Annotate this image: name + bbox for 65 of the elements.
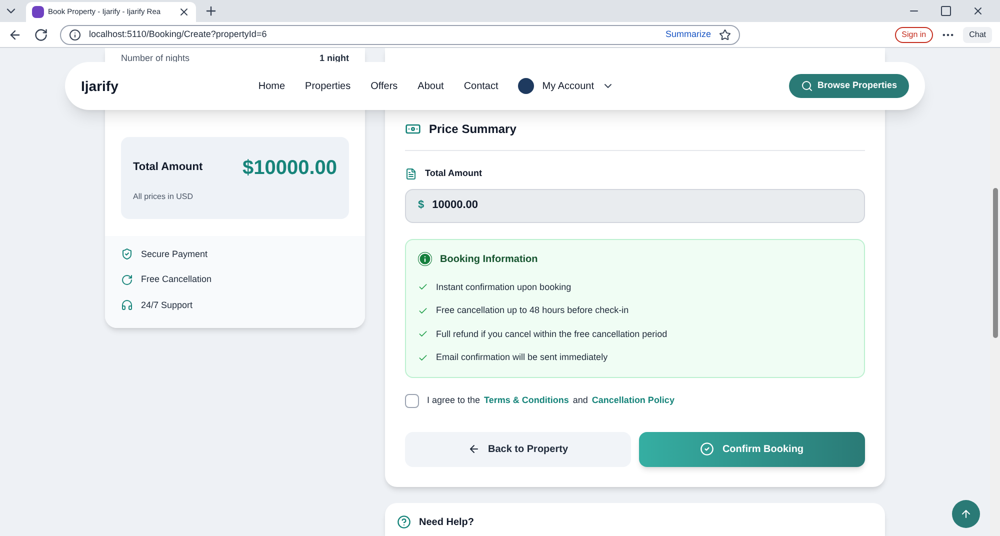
refresh-icon <box>121 274 133 286</box>
field-label: Total Amount <box>425 167 482 180</box>
help-title: Need Help? <box>419 516 474 530</box>
arrow-up-icon <box>960 508 972 520</box>
help-icon <box>397 514 411 528</box>
nav-link[interactable]: Properties <box>305 78 351 94</box>
section-title: Price Summary <box>429 121 516 138</box>
agree-text: I agree to the <box>427 394 480 407</box>
new-tab-icon[interactable] <box>204 4 218 18</box>
info-item: Email confirmation will be sent immediately <box>436 351 608 364</box>
arrow-left-icon <box>468 443 480 455</box>
currency-note: All prices in USD <box>133 190 194 202</box>
feature-text: Free Cancellation <box>141 273 212 286</box>
check-icon <box>418 329 428 340</box>
confirm-button[interactable]: Confirm Booking <box>639 432 865 466</box>
feature-text: Secure Payment <box>141 248 208 261</box>
agree-checkbox[interactable] <box>405 394 419 408</box>
maximize-icon[interactable] <box>940 5 952 17</box>
reload-icon[interactable] <box>34 28 48 42</box>
check-icon <box>418 306 428 316</box>
summarize-link[interactable]: Summarize <box>665 28 711 42</box>
nav-link[interactable]: Offers <box>370 78 398 94</box>
sign-in-button[interactable]: Sign in <box>894 26 934 42</box>
amount-value: 10000.00 <box>432 198 478 214</box>
account-menu[interactable]: My Account <box>542 78 594 94</box>
info-title: Booking Information <box>440 252 538 266</box>
nav-link[interactable]: About <box>418 78 444 94</box>
currency-symbol: $ <box>418 198 424 214</box>
scrollbar-thumb[interactable] <box>992 188 998 338</box>
favicon-icon <box>32 6 44 18</box>
nav-link[interactable]: Contact <box>464 78 498 94</box>
shield-icon <box>121 248 133 260</box>
headset-icon <box>121 299 133 312</box>
favorite-icon[interactable] <box>719 28 731 40</box>
back-icon[interactable] <box>8 28 22 42</box>
nights-value: 1 night <box>320 52 349 65</box>
site-info-icon[interactable] <box>69 28 81 40</box>
scroll-top-button[interactable] <box>952 500 980 528</box>
close-icon[interactable] <box>178 6 190 18</box>
info-item: Instant confirmation upon booking <box>436 280 572 294</box>
info-item: Full refund if you cancel within the free cancellation period <box>436 328 668 341</box>
info-item: Free cancellation up to 48 hours before check-in <box>436 304 629 317</box>
receipt-icon <box>405 168 417 180</box>
search-icon <box>801 80 814 92</box>
back-button[interactable]: Back to Property <box>405 432 631 466</box>
check-icon <box>418 282 428 292</box>
url-text: localhost:5110/Booking/Create?propertyId=6 <box>89 28 267 41</box>
total-label: Total Amount <box>133 160 203 176</box>
policy-link[interactable]: Cancellation Policy <box>592 394 674 408</box>
nights-label: Number of nights <box>121 52 190 65</box>
browse-button[interactable]: Browse Properties <box>789 74 909 98</box>
close-icon[interactable] <box>972 5 984 17</box>
brand-logo[interactable]: Ijarify <box>81 76 118 96</box>
check-circle-icon <box>700 442 714 456</box>
feature-text: 24/7 Support <box>141 298 193 312</box>
chat-button[interactable]: Chat <box>963 26 992 42</box>
address-bar[interactable]: localhost:5110/Booking/Create?propertyId=6 Summarize <box>60 24 740 44</box>
total-amount-field[interactable]: $ 10000.00 <box>405 188 865 222</box>
check-icon <box>418 352 428 363</box>
agree-text: and <box>572 394 588 407</box>
terms-link[interactable]: Terms & Conditions <box>484 394 569 408</box>
info-icon <box>418 252 432 266</box>
total-value: $10000.00 <box>242 156 337 180</box>
avatar-icon <box>518 78 534 94</box>
nav-link[interactable]: Home <box>258 78 286 94</box>
